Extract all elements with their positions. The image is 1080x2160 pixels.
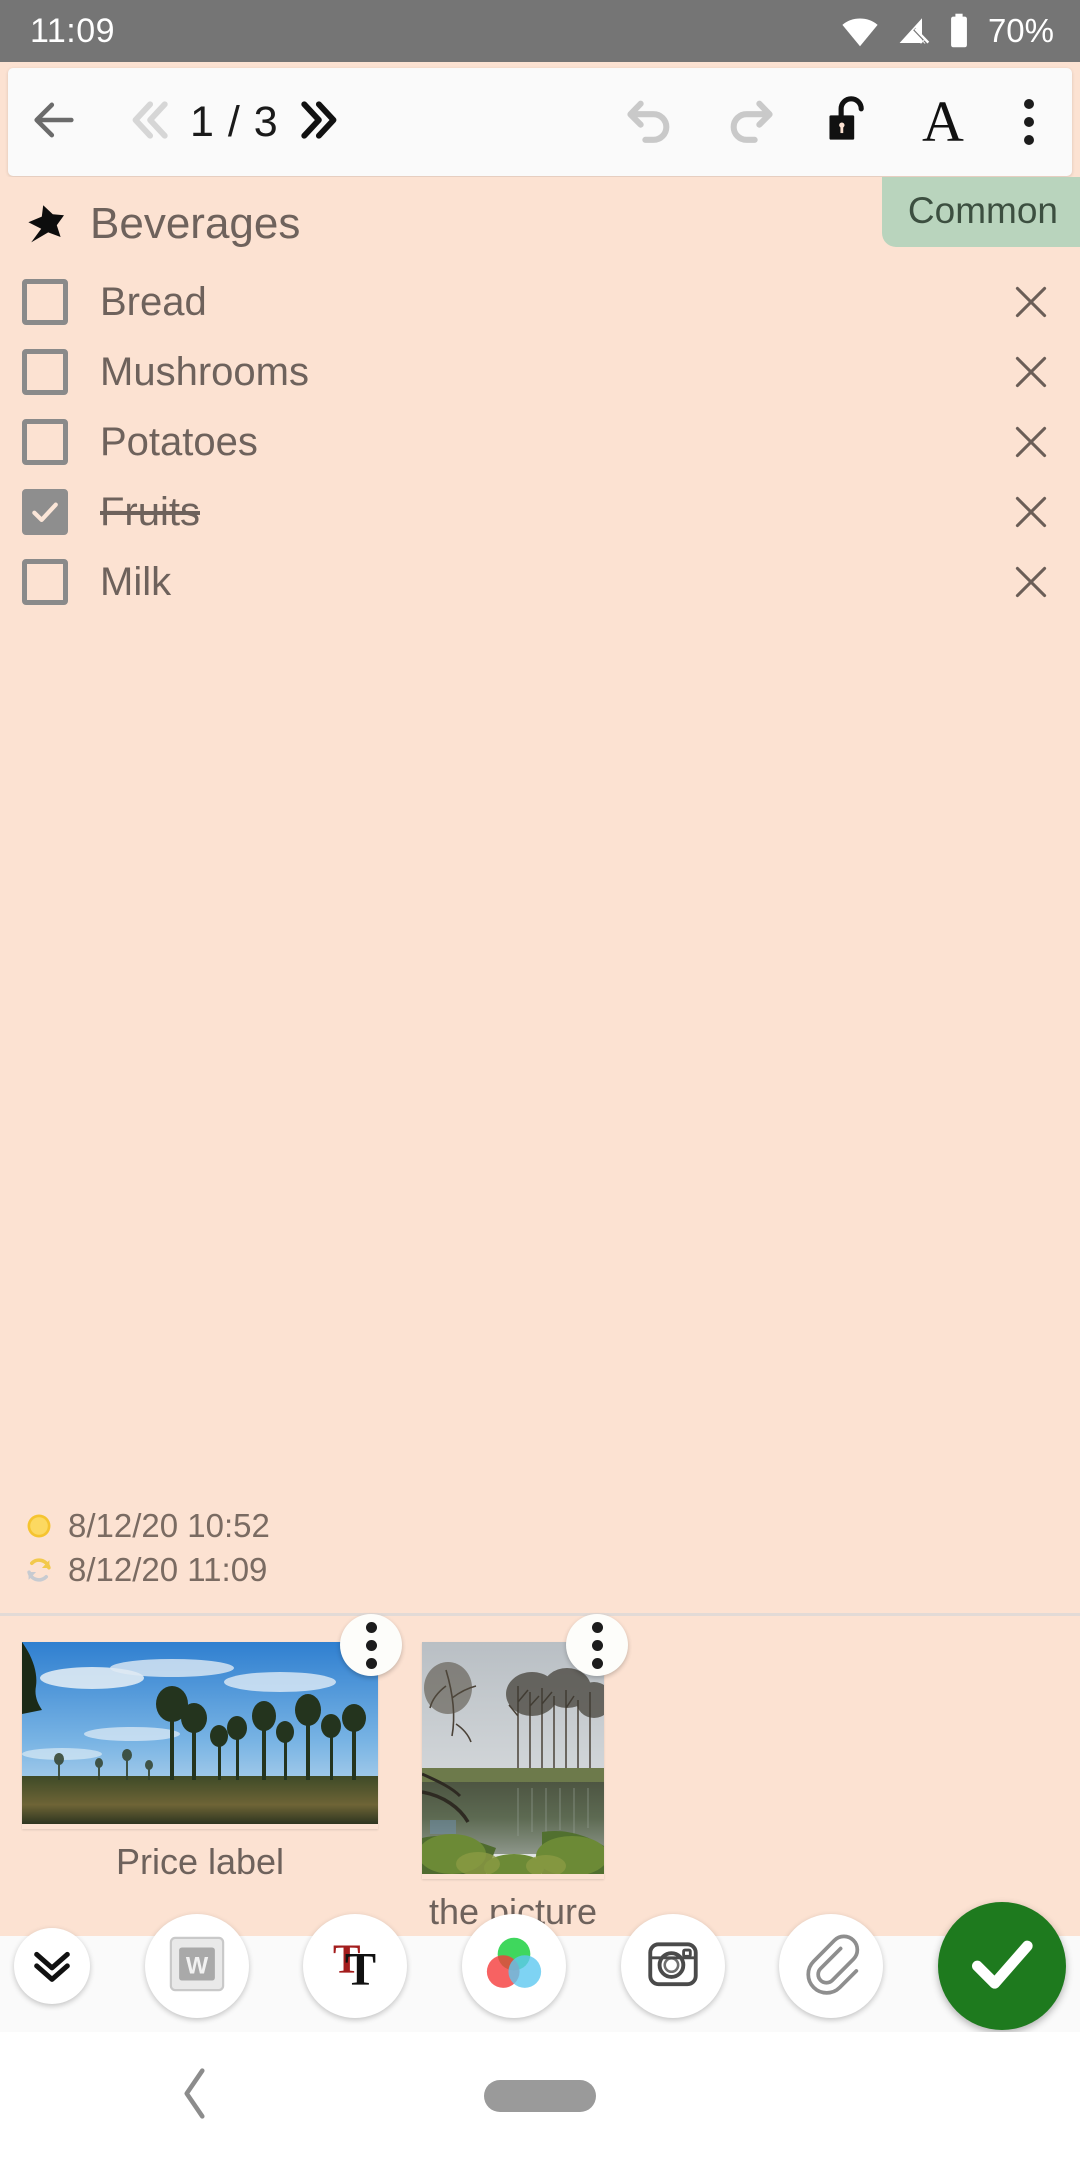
lock-button[interactable] — [800, 68, 900, 176]
checkbox[interactable] — [22, 489, 68, 535]
double-chevron-right-icon — [293, 93, 347, 152]
note-body: Common Beverages Bread Mushrooms Potatoe… — [0, 177, 1080, 1613]
next-page-button[interactable] — [289, 72, 351, 172]
landscape-photo — [22, 1642, 378, 1824]
double-chevron-down-icon — [29, 1941, 75, 1992]
attachment-thumbnail[interactable] — [418, 1642, 612, 1882]
checkmark-icon — [962, 1924, 1042, 2009]
nav-home-pill-icon[interactable] — [484, 2080, 596, 2112]
created-timestamp-row: 8/12/20 10:52 — [22, 1507, 270, 1545]
wifi-icon — [839, 15, 881, 47]
note-title[interactable]: Beverages — [90, 199, 300, 249]
status-clock: 11:09 — [30, 11, 116, 50]
rgb-color-circles-icon — [479, 1929, 549, 2004]
camera-button[interactable] — [620, 1914, 725, 2018]
modified-timestamp: 8/12/20 11:09 — [68, 1551, 268, 1588]
three-dots-vertical-icon — [365, 1621, 377, 1669]
checkbox[interactable] — [22, 349, 68, 395]
refresh-arrows-icon — [22, 1553, 56, 1587]
checklist-item-label[interactable]: Potatoes — [100, 420, 1002, 465]
battery-icon — [947, 13, 971, 49]
checklist-item[interactable]: Milk — [0, 547, 1080, 617]
portrait-photo — [418, 1642, 612, 1882]
battery-percent: 70% — [987, 12, 1054, 49]
cellular-no-signal-icon: × — [895, 15, 933, 47]
delete-item-button[interactable] — [1002, 273, 1060, 331]
svg-text:W: W — [186, 1953, 209, 1979]
attachment-item[interactable]: the picture — [418, 1614, 628, 1933]
page-indicator: 1 / 3 — [190, 97, 279, 146]
delete-item-button[interactable] — [1002, 553, 1060, 611]
created-timestamp: 8/12/20 10:52 — [68, 1507, 270, 1544]
document-button[interactable]: W — [144, 1914, 249, 2018]
toolbar-container: 1 / 3 A — [0, 62, 1080, 177]
checkbox[interactable] — [22, 419, 68, 465]
checklist-item-label[interactable]: Bread — [100, 280, 1002, 325]
unlocked-padlock-icon — [824, 92, 876, 153]
word-document-icon: W — [164, 1931, 230, 2002]
checkbox[interactable] — [22, 279, 68, 325]
color-button[interactable] — [462, 1914, 567, 2018]
text-format-button[interactable]: T T — [303, 1914, 408, 2018]
timestamps: 8/12/20 10:52 8/12/20 11:09 — [22, 1507, 270, 1595]
svg-text:T: T — [345, 1943, 376, 1995]
bottom-action-bar: W T T — [0, 1902, 1080, 2032]
note-tag-badge[interactable]: Common — [881, 177, 1080, 247]
checklist-item[interactable]: Potatoes — [0, 407, 1080, 477]
attachments-strip: Price label the picture — [0, 1614, 1080, 1936]
checkbox[interactable] — [22, 559, 68, 605]
attachment-menu-button[interactable] — [566, 1614, 628, 1676]
action-buttons-row: W T T — [0, 1900, 1080, 2032]
checklist-item[interactable]: Bread — [0, 267, 1080, 337]
camera-icon — [642, 1933, 704, 2000]
delete-item-button[interactable] — [1002, 343, 1060, 401]
modified-timestamp-row: 8/12/20 11:09 — [22, 1551, 270, 1589]
redo-button[interactable] — [700, 68, 800, 176]
attachment-menu-button[interactable] — [340, 1614, 402, 1676]
phone-screen: 11:09 × 70% 1 / 3 A Common Beverages Bre… — [0, 0, 1080, 2160]
toolbar-actions: A — [600, 68, 1072, 176]
checklist: Bread Mushrooms Potatoes Fruits Milk — [0, 267, 1080, 617]
attachment-thumbnail[interactable] — [22, 1642, 378, 1829]
attachment-caption: Price label — [115, 1841, 285, 1882]
page-navigator: 1 / 3 — [118, 72, 351, 172]
three-dots-vertical-icon — [591, 1621, 603, 1669]
font-letter-a-icon: A — [922, 89, 964, 154]
double-chevron-left-icon — [122, 93, 176, 152]
checklist-item-label[interactable]: Mushrooms — [100, 350, 1002, 395]
checklist-item-label[interactable]: Fruits — [100, 490, 1002, 535]
double-t-text-icon: T T — [322, 1931, 388, 2002]
undo-button[interactable] — [600, 68, 700, 176]
delete-item-button[interactable] — [1002, 483, 1060, 541]
three-dots-vertical-icon — [1024, 99, 1034, 145]
status-icons: × 70% — [839, 12, 1054, 50]
checklist-item-label[interactable]: Milk — [100, 560, 1002, 605]
status-bar: 11:09 × 70% — [0, 0, 1080, 62]
confirm-button[interactable] — [938, 1902, 1067, 2030]
delete-item-button[interactable] — [1002, 413, 1060, 471]
paperclip-icon — [799, 1932, 863, 2001]
svg-text:×: × — [920, 36, 927, 47]
prev-page-button[interactable] — [118, 72, 180, 172]
checklist-item[interactable]: Mushrooms — [0, 337, 1080, 407]
collapse-button[interactable] — [14, 1928, 90, 2004]
nav-back-chevron-icon[interactable] — [176, 2067, 214, 2126]
arrow-left-icon — [28, 94, 80, 151]
attach-file-button[interactable] — [779, 1914, 884, 2018]
sun-icon — [22, 1509, 56, 1543]
checklist-item[interactable]: Fruits — [0, 477, 1080, 547]
redo-icon — [722, 92, 778, 153]
attachment-item[interactable]: Price label — [22, 1614, 402, 1883]
editor-toolbar: 1 / 3 A — [8, 68, 1072, 176]
pushpin-icon[interactable] — [18, 199, 74, 249]
font-button[interactable]: A — [900, 68, 986, 176]
back-button[interactable] — [8, 68, 100, 176]
android-navigation-bar — [0, 2032, 1080, 2160]
undo-icon — [622, 92, 678, 153]
overflow-menu-button[interactable] — [986, 68, 1072, 176]
